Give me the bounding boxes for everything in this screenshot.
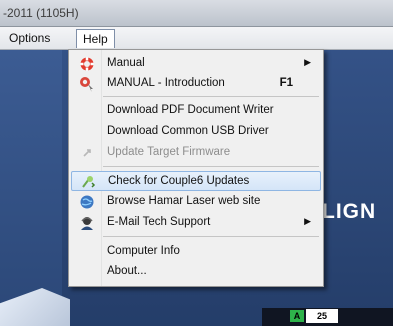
menu-item-download-pdf-writer[interactable]: Download PDF Document Writer xyxy=(71,101,321,121)
menu-item-check-updates[interactable]: Check for Couple6 Updates xyxy=(71,171,321,191)
menu-item-label: Computer Info xyxy=(107,245,180,257)
menu-bar: Options Help xyxy=(0,27,393,50)
menu-options[interactable]: Options xyxy=(3,29,56,47)
menu-item-label: E-Mail Tech Support xyxy=(107,216,211,228)
menu-item-manual[interactable]: Manual ▶ xyxy=(71,54,321,74)
menu-item-about[interactable]: About... xyxy=(71,262,321,282)
menu-item-computer-info[interactable]: Computer Info xyxy=(71,242,321,262)
workspace-left-panel xyxy=(0,50,62,326)
firmware-icon xyxy=(83,149,91,157)
menu-item-label: Manual xyxy=(107,57,145,69)
menu-item-manual-introduction[interactable]: MANUAL - Introduction F1 xyxy=(71,74,321,94)
lifebuoy-icon xyxy=(80,57,94,71)
menu-separator xyxy=(103,166,319,167)
menu-item-update-firmware[interactable]: Update Target Firmware xyxy=(71,143,321,163)
globe-icon xyxy=(80,195,94,209)
status-indicator: A xyxy=(290,310,304,322)
menu-item-label: Update Target Firmware xyxy=(107,146,231,158)
support-agent-icon xyxy=(81,217,93,230)
window-title: -2011 (1105H) xyxy=(3,6,79,20)
menu-item-label: Download Common USB Driver xyxy=(107,125,269,137)
menu-item-download-usb-driver[interactable]: Download Common USB Driver xyxy=(71,122,321,142)
menu-item-label: Download PDF Document Writer xyxy=(107,104,274,116)
submenu-arrow-icon: ▶ xyxy=(304,216,311,226)
title-bar: -2011 (1105H) xyxy=(0,0,393,27)
menu-item-label: Check for Couple6 Updates xyxy=(108,175,250,187)
menu-item-email-support[interactable]: E-Mail Tech Support ▶ xyxy=(71,213,321,233)
menu-item-shortcut: F1 xyxy=(279,77,293,89)
status-value: 25 xyxy=(306,309,338,323)
menu-item-label: Browse Hamar Laser web site xyxy=(107,195,261,207)
menu-item-browse-website[interactable]: Browse Hamar Laser web site xyxy=(71,192,321,212)
help-pointer-icon xyxy=(80,77,93,92)
help-dropdown-menu: Manual ▶ MANUAL - Introduction F1 Downlo… xyxy=(68,49,324,287)
menu-item-label: MANUAL - Introduction xyxy=(107,77,225,89)
background-logo-text: LIGN xyxy=(322,200,377,223)
update-check-icon xyxy=(82,176,96,188)
menu-separator xyxy=(103,96,319,97)
menu-help[interactable]: Help xyxy=(76,29,115,48)
menu-separator xyxy=(103,236,319,237)
submenu-arrow-icon: ▶ xyxy=(304,57,311,67)
menu-item-label: About... xyxy=(107,265,147,277)
